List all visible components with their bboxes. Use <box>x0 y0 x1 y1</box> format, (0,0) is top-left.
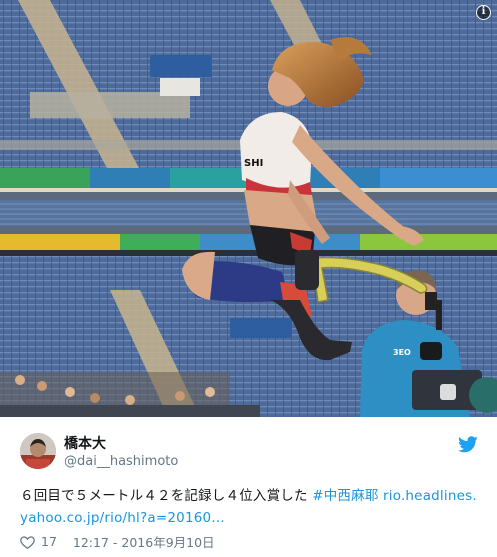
display-name[interactable]: 橋本大 <box>64 433 106 453</box>
tweet-body: ６回目で５メートル４２を記録し４位入賞した <box>20 488 308 504</box>
tweet-timestamp[interactable]: 12:17 - 2016年9月10日 <box>73 532 215 551</box>
like-count[interactable]: 17 <box>41 534 57 549</box>
avatar-image <box>20 433 56 469</box>
heart-icon[interactable] <box>20 535 35 549</box>
tweet-text: ６回目で５メートル４２を記録し４位入賞した #中西麻耶 rio.headline… <box>20 485 480 529</box>
tweet-photo[interactable]: 3EO SHI i <box>0 0 497 417</box>
stadium-long-jump-photo: 3EO SHI <box>0 0 497 417</box>
hashtag-link[interactable]: #中西麻耶 <box>312 488 378 504</box>
info-icon[interactable]: i <box>476 5 491 20</box>
twitter-bird-icon[interactable] <box>458 436 478 453</box>
athlete-bib: SHI <box>244 158 263 169</box>
camera-vest-text: 3EO <box>393 348 411 357</box>
tweet-card: 3EO SHI i 橋本大 @dai__hashimoto ６回目で５メートル４… <box>0 0 497 557</box>
avatar[interactable] <box>20 433 56 469</box>
user-handle[interactable]: @dai__hashimoto <box>64 454 178 469</box>
tweet-meta: 17 12:17 - 2016年9月10日 <box>20 532 215 551</box>
